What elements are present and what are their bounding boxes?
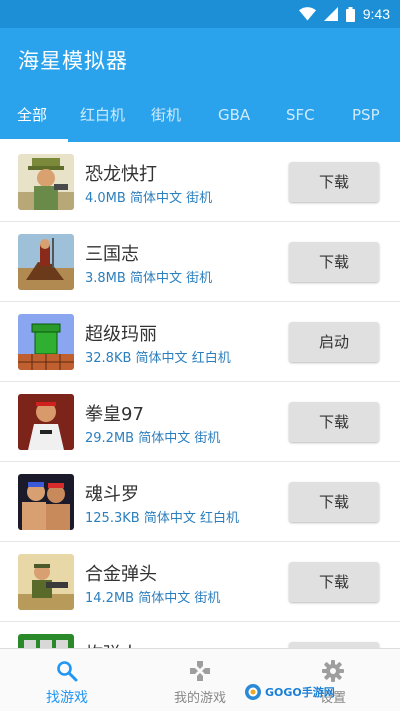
tab-fc[interactable]: 红白机 bbox=[80, 88, 125, 142]
game-thumbnail bbox=[18, 394, 74, 450]
download-button[interactable]: 下载 bbox=[289, 162, 379, 202]
game-name: 魂斗罗 bbox=[85, 484, 139, 505]
game-platform: 街机 bbox=[194, 591, 221, 606]
game-row[interactable]: 合金弹头 14.2MB 简体中文 街机 下载 bbox=[0, 542, 400, 622]
game-thumbnail bbox=[18, 314, 74, 370]
game-platform: 街机 bbox=[194, 431, 221, 446]
tab-sfc[interactable]: SFC bbox=[286, 88, 315, 142]
search-icon bbox=[57, 661, 78, 682]
tab-all[interactable]: 全部 bbox=[17, 88, 47, 142]
tab-psp[interactable]: PSP bbox=[352, 88, 380, 142]
nav-my-games[interactable]: 我的游戏 bbox=[133, 649, 267, 711]
game-name: 炸弹人 bbox=[85, 640, 139, 648]
game-meta: 125.3KB 简体中文 红白机 bbox=[85, 507, 239, 526]
category-tabs: 全部 红白机 街机 GBA SFC PSP bbox=[0, 88, 400, 142]
nav-find-games[interactable]: 找游戏 bbox=[0, 649, 134, 711]
gear-icon bbox=[322, 660, 344, 682]
signal-icon bbox=[323, 7, 338, 21]
game-platform: 街机 bbox=[186, 191, 213, 206]
game-meta: 14.2MB 简体中文 街机 bbox=[85, 587, 220, 606]
game-thumbnail bbox=[18, 154, 74, 210]
game-platform: 街机 bbox=[186, 271, 213, 286]
game-language: 简体中文 bbox=[129, 191, 182, 206]
game-row[interactable]: 三国志 3.8MB 简体中文 街机 下载 bbox=[0, 222, 400, 302]
nav-label: 找游戏 bbox=[46, 690, 88, 706]
game-name: 恐龙快打 bbox=[85, 164, 157, 185]
launch-button[interactable]: 启动 bbox=[289, 322, 379, 362]
game-size: 14.2MB bbox=[85, 591, 135, 606]
game-size: 29.2MB bbox=[85, 431, 135, 446]
game-row[interactable]: 恐龙快打 4.0MB 简体中文 街机 下载 bbox=[0, 142, 400, 222]
game-meta: 4.0MB 简体中文 街机 bbox=[85, 187, 212, 206]
download-button[interactable]: 下载 bbox=[289, 482, 379, 522]
watermark-logo-icon bbox=[245, 684, 261, 700]
game-name: 拳皇97 bbox=[85, 404, 144, 425]
game-platform: 红白机 bbox=[199, 511, 239, 526]
wifi-icon bbox=[298, 7, 316, 21]
game-name: 合金弹头 bbox=[85, 564, 157, 585]
game-name: 超级玛丽 bbox=[85, 324, 157, 345]
game-language: 简体中文 bbox=[143, 511, 196, 526]
gamepad-icon bbox=[190, 661, 210, 681]
status-time: 9:43 bbox=[362, 6, 390, 22]
game-row[interactable]: 魂斗罗 125.3KB 简体中文 红白机 下载 bbox=[0, 462, 400, 542]
game-size: 125.3KB bbox=[85, 511, 140, 526]
game-meta: 29.2MB 简体中文 街机 bbox=[85, 427, 220, 446]
game-row[interactable]: 拳皇97 29.2MB 简体中文 街机 下载 bbox=[0, 382, 400, 462]
game-thumbnail bbox=[18, 634, 74, 648]
game-list[interactable]: 恐龙快打 4.0MB 简体中文 街机 下载 三国志 3.8MB 简体中文 街机 … bbox=[0, 142, 400, 648]
game-language: 简体中文 bbox=[138, 591, 191, 606]
game-size: 4.0MB bbox=[85, 191, 126, 206]
game-row[interactable]: 炸弹人 bbox=[0, 622, 400, 648]
game-language: 简体中文 bbox=[138, 431, 191, 446]
app-bar: 海星模拟器 bbox=[0, 28, 400, 88]
game-name: 三国志 bbox=[85, 244, 139, 265]
status-icons: 9:43 bbox=[298, 5, 390, 23]
download-button[interactable]: 下载 bbox=[289, 562, 379, 602]
game-thumbnail bbox=[18, 234, 74, 290]
game-size: 32.8KB bbox=[85, 351, 132, 366]
game-language: 简体中文 bbox=[135, 351, 188, 366]
watermark: GOGO手游网 bbox=[244, 683, 335, 701]
game-size: 3.8MB bbox=[85, 271, 126, 286]
game-row[interactable]: 超级玛丽 32.8KB 简体中文 红白机 启动 bbox=[0, 302, 400, 382]
battery-icon bbox=[345, 6, 355, 22]
tab-arcade[interactable]: 街机 bbox=[151, 88, 181, 142]
bottom-navigation: 找游戏 我的游戏 设置 bbox=[0, 648, 400, 711]
app-title: 海星模拟器 bbox=[18, 49, 128, 73]
game-thumbnail bbox=[18, 554, 74, 610]
tab-gba[interactable]: GBA bbox=[218, 88, 250, 142]
game-platform: 红白机 bbox=[191, 351, 231, 366]
game-language: 简体中文 bbox=[129, 271, 182, 286]
game-thumbnail bbox=[18, 474, 74, 530]
download-button[interactable]: 下载 bbox=[289, 242, 379, 282]
game-meta: 3.8MB 简体中文 街机 bbox=[85, 267, 212, 286]
watermark-text: GOGO手游网 bbox=[265, 686, 335, 699]
download-button[interactable]: 下载 bbox=[289, 402, 379, 442]
game-meta: 32.8KB 简体中文 红白机 bbox=[85, 347, 231, 366]
nav-settings[interactable]: 设置 bbox=[266, 649, 400, 711]
status-bar: 9:43 bbox=[0, 0, 400, 28]
